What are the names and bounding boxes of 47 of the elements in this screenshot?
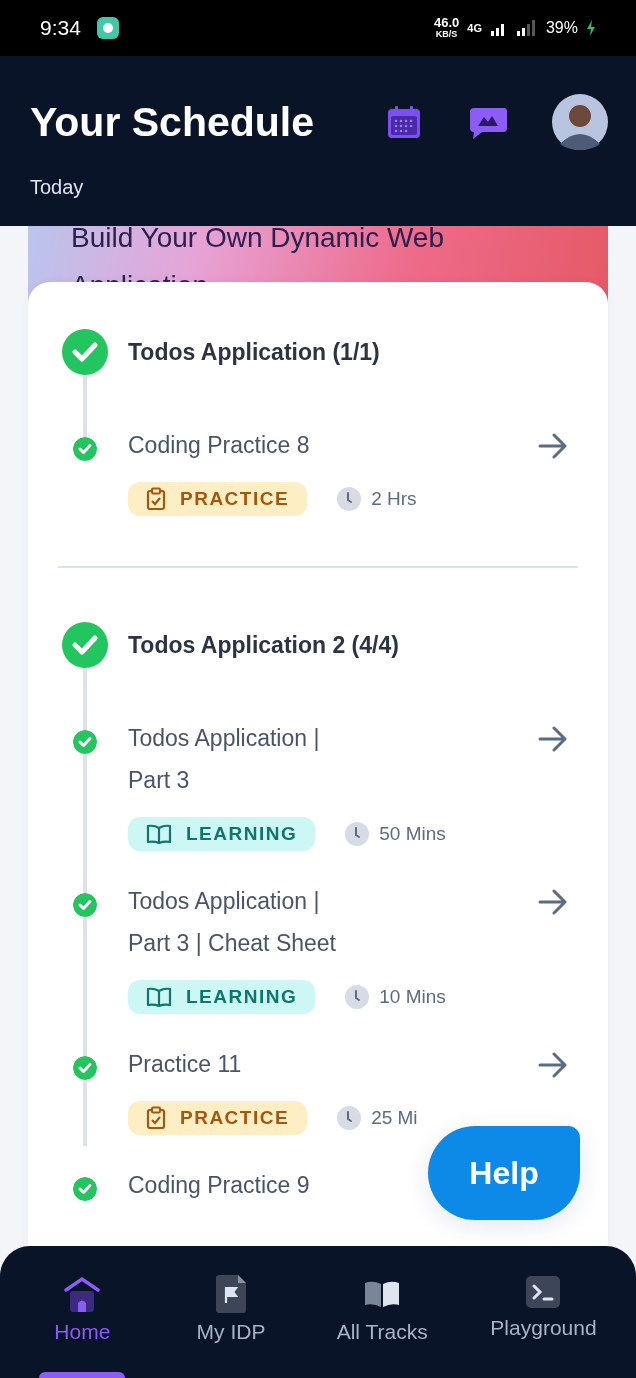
type-tag: LEARNING — [128, 980, 316, 1014]
book-icon — [146, 823, 172, 845]
terminal-icon — [525, 1274, 562, 1310]
arrow-right-icon[interactable] — [538, 726, 568, 752]
duration: 50 Mins — [379, 823, 446, 845]
flag-document-icon — [214, 1274, 248, 1314]
charging-icon — [586, 19, 596, 37]
type-tag: PRACTICE — [128, 482, 308, 516]
nav-tab[interactable]: My IDP — [188, 1246, 274, 1378]
arrow-right-icon[interactable] — [538, 889, 568, 915]
home-icon — [62, 1274, 103, 1314]
arrow-right-icon[interactable] — [538, 1052, 568, 1078]
clock-icon — [345, 985, 370, 1009]
type-tag: LEARNING — [128, 817, 316, 851]
subtitle: Today — [30, 176, 85, 199]
clock-time: 9:34 — [40, 16, 81, 40]
arrow-right-icon[interactable] — [538, 433, 568, 459]
duration: 25 Mi — [371, 1107, 418, 1129]
nav-tab[interactable]: Playground — [490, 1246, 597, 1378]
group-title: Todos Application (1/1) — [128, 338, 380, 366]
app-icon — [96, 17, 119, 39]
duration: 2 Hrs — [371, 488, 417, 510]
signal-icon — [515, 19, 538, 37]
avatar[interactable] — [552, 94, 608, 150]
nav-tab[interactable]: All Tracks — [336, 1246, 428, 1378]
speed-unit: KB/S — [435, 29, 458, 39]
type-tag: PRACTICE — [128, 1101, 308, 1135]
duration: 10 Mins — [379, 986, 446, 1008]
speed-value: 46.0 — [433, 17, 460, 29]
clock-icon — [345, 822, 370, 846]
calendar-icon[interactable] — [386, 104, 422, 140]
item-title[interactable]: Coding Practice 9 — [128, 1164, 363, 1206]
page-title: Your Schedule — [30, 98, 316, 146]
clock-icon — [337, 1106, 362, 1130]
item-title[interactable]: Todos Application | Part 3 | Cheat Sheet — [128, 880, 363, 964]
clipboard-icon — [146, 487, 166, 511]
item-title[interactable]: Practice 11 — [128, 1043, 363, 1085]
item-title[interactable]: Coding Practice 8 — [128, 424, 363, 466]
help-button[interactable]: Help — [428, 1126, 580, 1220]
book-icon — [146, 986, 172, 1008]
item-title[interactable]: Todos Application | Part 3 — [128, 717, 363, 801]
clock-icon — [337, 487, 362, 511]
battery-level: 39% — [545, 19, 578, 37]
group-title: Todos Application 2 (4/4) — [128, 631, 399, 659]
clipboard-icon — [146, 1106, 166, 1130]
nav-tab[interactable]: Home — [39, 1246, 126, 1378]
network-type: 4G — [467, 22, 482, 34]
